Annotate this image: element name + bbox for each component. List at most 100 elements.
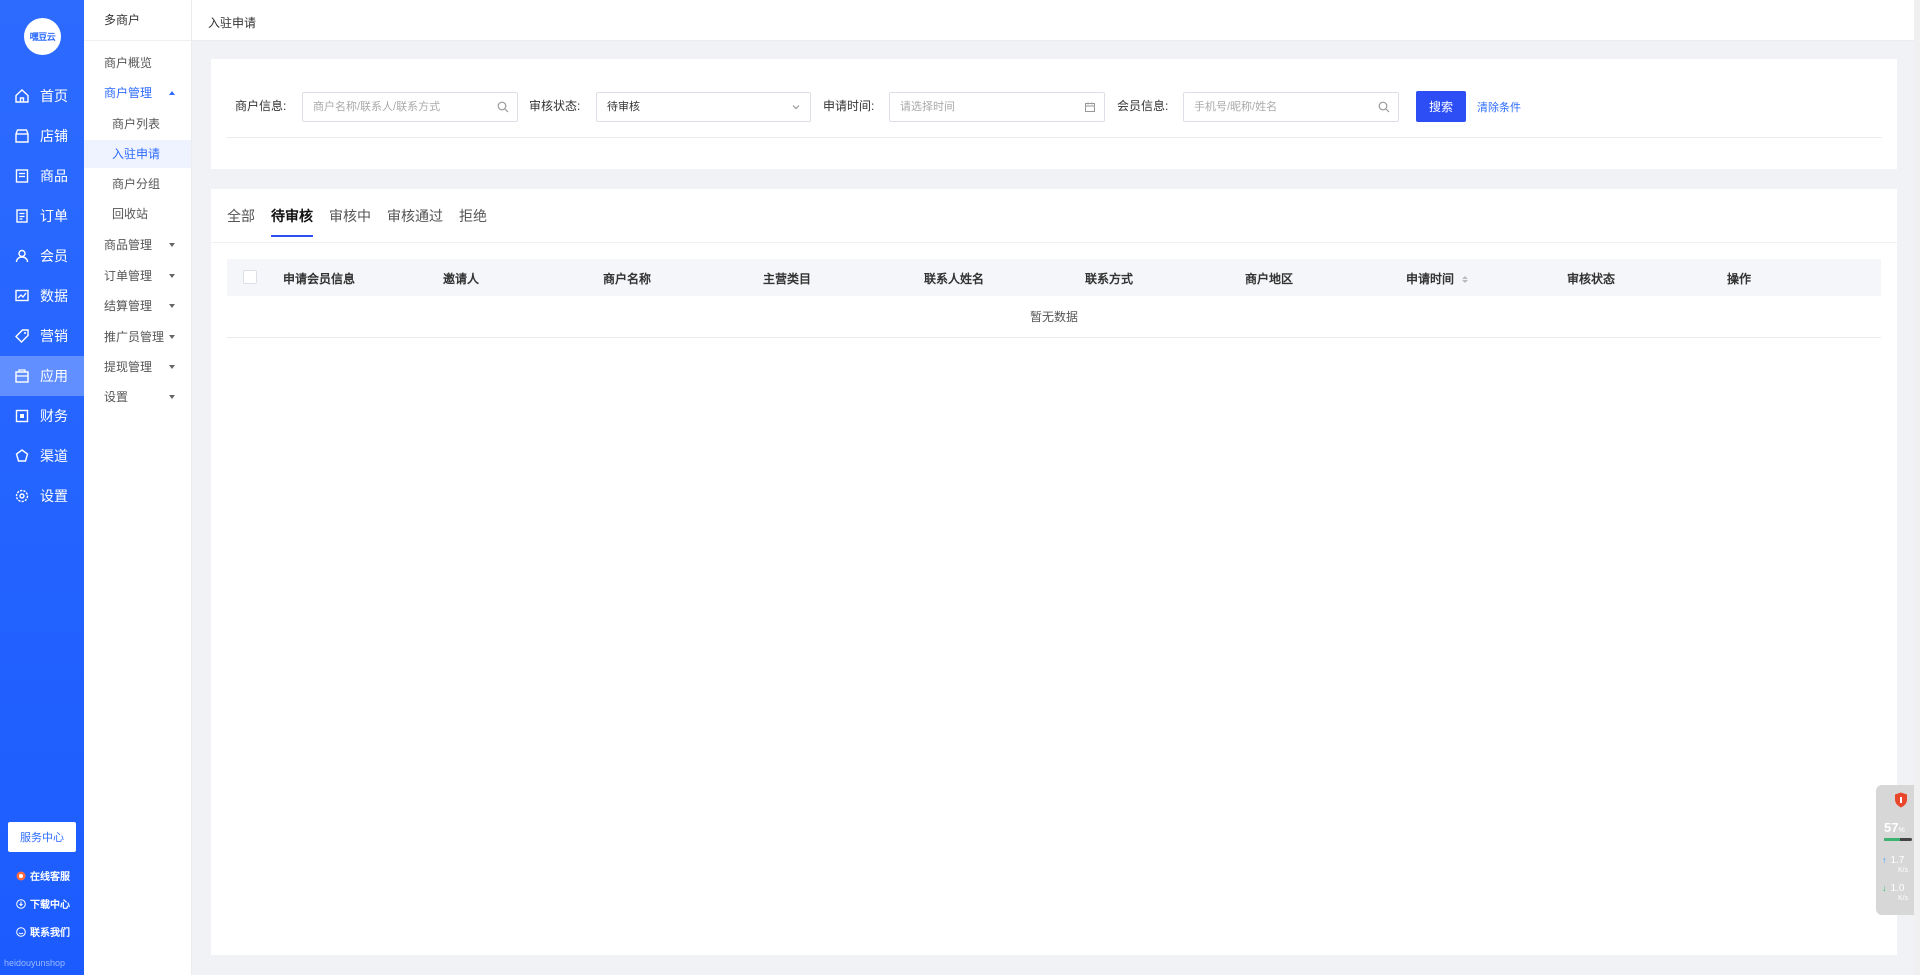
chevron-down-icon bbox=[790, 101, 802, 113]
search-icon bbox=[497, 101, 509, 113]
subnav-label: 订单管理 bbox=[104, 269, 153, 283]
download-speed: ↓ 1.0 bbox=[1882, 883, 1904, 894]
logo-text: 嘿豆云 bbox=[29, 32, 56, 42]
filter-panel: 商户信息: 商户名称/联系人/联系方式 审核状态: 待审核 申请时间: 请选择时… bbox=[211, 59, 1897, 169]
merchant-info-placeholder: 商户名称/联系人/联系方式 bbox=[313, 101, 441, 113]
caret-down-icon bbox=[169, 304, 175, 308]
secondary-sidebar: 多商户 商户概览 商户管理 商户列表 入驻申请 商户分组 回收站 商品管理 订单… bbox=[84, 0, 192, 975]
nav-item-order[interactable]: 订单 bbox=[0, 196, 84, 236]
subnav-label: 提现管理 bbox=[104, 360, 153, 374]
subnav-merchant-list[interactable]: 商户列表 bbox=[84, 110, 191, 138]
arrow-up-icon: ↑ bbox=[1882, 855, 1887, 865]
arrow-down-icon: ↓ bbox=[1882, 883, 1887, 893]
search-icon bbox=[1378, 101, 1390, 113]
download-icon bbox=[16, 898, 26, 909]
column-header: 联系人姓名 bbox=[924, 272, 985, 286]
store-icon bbox=[14, 128, 30, 144]
sort-icon bbox=[1462, 276, 1469, 284]
column-header: 申请会员信息 bbox=[283, 272, 356, 286]
nav-label: 应用 bbox=[40, 368, 68, 384]
tab-rejected[interactable]: 拒绝 bbox=[459, 189, 487, 243]
brand-logo[interactable]: 嘿豆云 bbox=[24, 18, 61, 55]
audit-status-value: 待审核 bbox=[607, 101, 640, 113]
nav-item-store[interactable]: 店铺 bbox=[0, 116, 84, 156]
page-scrollbar[interactable] bbox=[1914, 0, 1920, 975]
online-service-link[interactable]: 在线客服 bbox=[0, 868, 84, 883]
cpu-percent: 57% bbox=[1884, 820, 1905, 835]
column-header: 主营类目 bbox=[763, 272, 812, 286]
column-header: 联系方式 bbox=[1085, 272, 1134, 286]
subnav-withdraw-management[interactable]: 提现管理 bbox=[84, 353, 191, 381]
goods-icon bbox=[14, 168, 30, 184]
apply-time-placeholder: 请选择时间 bbox=[900, 101, 955, 113]
tag-icon bbox=[14, 328, 30, 344]
subnav-label: 设置 bbox=[104, 390, 129, 404]
subnav-merchant-overview[interactable]: 商户概览 bbox=[84, 49, 191, 77]
shield-icon bbox=[1894, 792, 1908, 808]
subnav-settlement-management[interactable]: 结算管理 bbox=[84, 292, 191, 320]
select-all-checkbox[interactable] bbox=[243, 270, 257, 284]
nav-item-data[interactable]: 数据 bbox=[0, 276, 84, 316]
download-center-label: 下载中心 bbox=[30, 900, 70, 911]
merchant-info-input[interactable]: 商户名称/联系人/联系方式 bbox=[302, 92, 518, 122]
subnav-settings[interactable]: 设置 bbox=[84, 383, 191, 411]
service-center-button[interactable]: 服务中心 bbox=[8, 822, 76, 852]
subnav-merchant-management[interactable]: 商户管理 bbox=[84, 79, 191, 107]
tab-under-review[interactable]: 审核中 bbox=[329, 189, 371, 243]
nav-label: 首页 bbox=[40, 88, 68, 104]
nav-item-home[interactable]: 首页 bbox=[0, 76, 84, 116]
cpu-percent-unit: % bbox=[1898, 827, 1905, 834]
caret-up-icon bbox=[169, 91, 175, 95]
caret-down-icon bbox=[169, 395, 175, 399]
home-icon bbox=[14, 88, 30, 104]
chart-icon bbox=[14, 288, 30, 304]
clear-filters-link[interactable]: 清除条件 bbox=[1477, 99, 1521, 115]
subnav-order-management[interactable]: 订单管理 bbox=[84, 262, 191, 290]
contact-us-link[interactable]: 联系我们 bbox=[0, 924, 84, 939]
apply-time-picker[interactable]: 请选择时间 bbox=[889, 92, 1105, 122]
calendar-icon bbox=[1084, 101, 1096, 113]
nav-item-finance[interactable]: 财务 bbox=[0, 396, 84, 436]
nav-item-goods[interactable]: 商品 bbox=[0, 156, 84, 196]
subnav-promoter-management[interactable]: 推广员管理 bbox=[84, 323, 191, 351]
nav-label: 设置 bbox=[40, 488, 68, 504]
nav-item-marketing[interactable]: 营销 bbox=[0, 316, 84, 356]
subnav-goods-management[interactable]: 商品管理 bbox=[84, 231, 191, 259]
user-icon bbox=[14, 248, 30, 264]
nav-label: 数据 bbox=[40, 288, 68, 304]
caret-down-icon bbox=[169, 365, 175, 369]
column-header-label: 申请时间 bbox=[1406, 272, 1455, 286]
audit-status-select[interactable]: 待审核 bbox=[596, 92, 811, 122]
member-info-input[interactable]: 手机号/昵称/姓名 bbox=[1183, 92, 1399, 122]
primary-sidebar: 嘿豆云 首页 店铺 商品 订单 会员 数据 营销 应用 财务 渠道 设置 服务中… bbox=[0, 0, 84, 975]
search-button[interactable]: 搜索 bbox=[1416, 91, 1466, 122]
divider bbox=[211, 242, 1897, 243]
nav-label: 订单 bbox=[40, 208, 68, 224]
download-center-link[interactable]: 下载中心 bbox=[0, 896, 84, 911]
app-icon bbox=[14, 368, 30, 384]
breadcrumb: 入驻申请 bbox=[208, 16, 257, 30]
online-service-label: 在线客服 bbox=[30, 872, 70, 883]
nav-label: 营销 bbox=[40, 328, 68, 344]
nav-item-member[interactable]: 会员 bbox=[0, 236, 84, 276]
subnav-merchant-group[interactable]: 商户分组 bbox=[84, 170, 191, 198]
tab-all[interactable]: 全部 bbox=[227, 189, 255, 243]
audit-status-label: 审核状态: bbox=[529, 99, 581, 113]
nav-item-apps[interactable]: 应用 bbox=[0, 356, 84, 396]
empty-state: 暂无数据 bbox=[227, 296, 1881, 338]
subnav-recycle-bin[interactable]: 回收站 bbox=[84, 200, 191, 228]
nav-item-channel[interactable]: 渠道 bbox=[0, 436, 84, 476]
merchant-info-label: 商户信息: bbox=[235, 99, 287, 113]
table-header: 申请会员信息 邀请人 商户名称 主营类目 联系人姓名 联系方式 商户地区 申请时… bbox=[227, 259, 1881, 296]
column-header-sortable[interactable]: 申请时间 bbox=[1406, 270, 1469, 287]
caret-down-icon bbox=[169, 335, 175, 339]
divider bbox=[226, 137, 1882, 138]
column-header: 操作 bbox=[1727, 272, 1752, 286]
nav-item-settings[interactable]: 设置 bbox=[0, 476, 84, 516]
tab-approved[interactable]: 审核通过 bbox=[387, 189, 443, 243]
contact-us-label: 联系我们 bbox=[30, 928, 70, 939]
subnav-entry-application[interactable]: 入驻申请 bbox=[84, 140, 191, 168]
member-info-label: 会员信息: bbox=[1117, 99, 1169, 113]
member-info-placeholder: 手机号/昵称/姓名 bbox=[1194, 101, 1278, 113]
tab-pending-review[interactable]: 待审核 bbox=[271, 189, 313, 243]
